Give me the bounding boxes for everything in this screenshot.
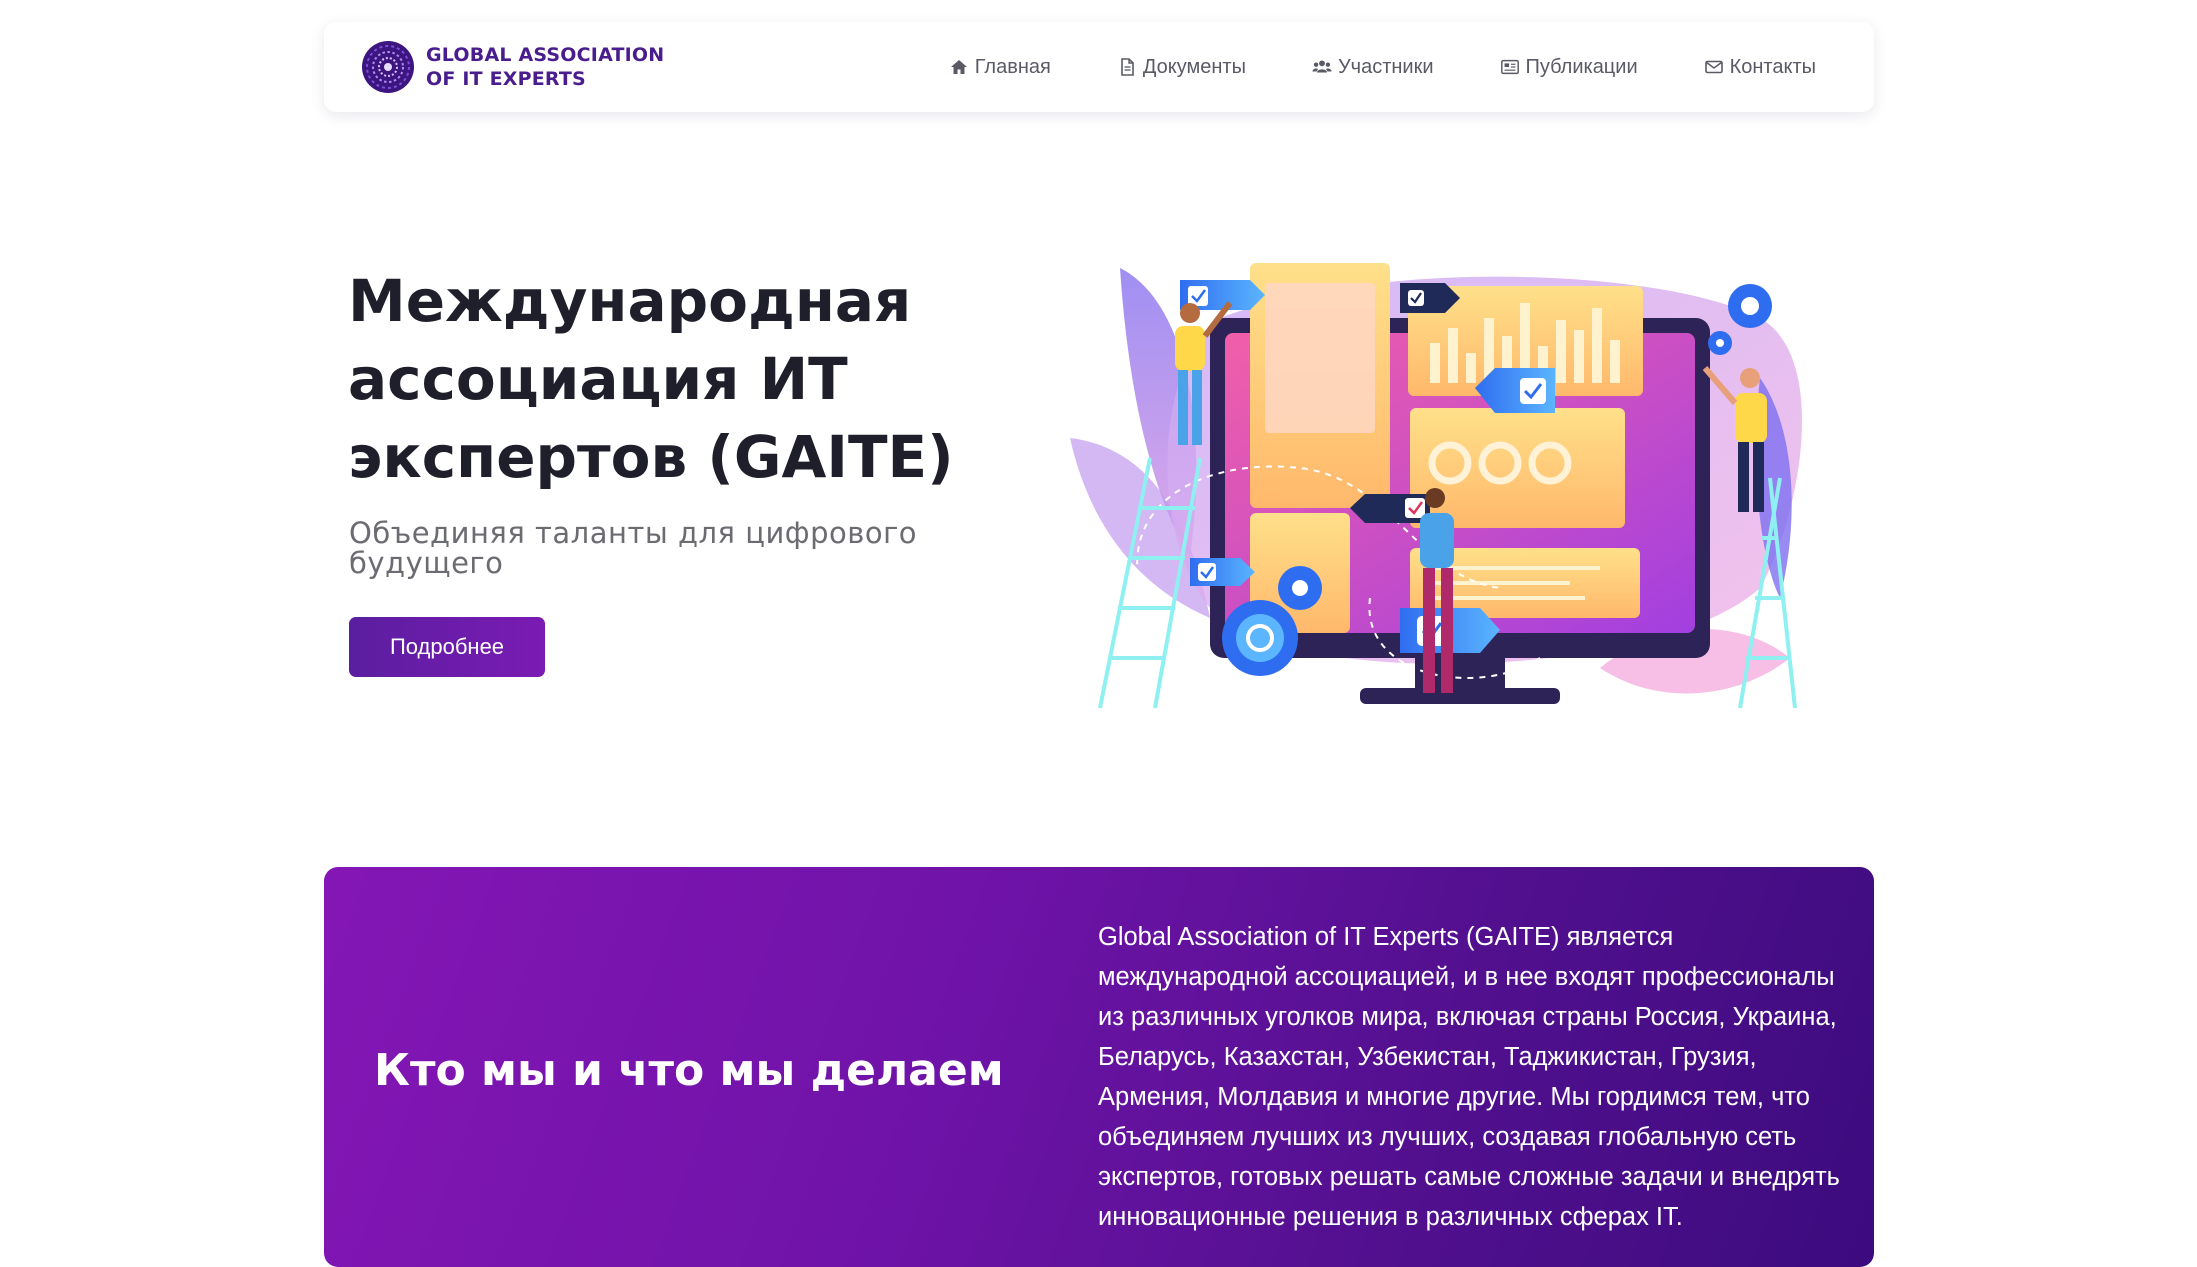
- about-heading: Кто мы и что мы делаем: [374, 1045, 1004, 1096]
- envelope-icon: [1704, 60, 1723, 74]
- nav-item-label: Главная: [974, 55, 1051, 78]
- nav-item-label: Контакты: [1729, 55, 1816, 78]
- document-icon: [1121, 58, 1134, 76]
- site-logo[interactable]: GLOBAL ASSOCIATION OF IT EXPERTS: [360, 39, 664, 95]
- logo-wordmark: GLOBAL ASSOCIATION OF IT EXPERTS: [426, 43, 664, 91]
- about-section: Кто мы и что мы делаем Global Associatio…: [324, 867, 1874, 1267]
- team-dashboard-illustration: [1070, 263, 1802, 709]
- nav-item-label: Документы: [1142, 55, 1246, 78]
- logo-line-2: OF IT EXPERTS: [426, 68, 586, 90]
- nav-item-contacts[interactable]: Контакты: [1704, 56, 1816, 79]
- main-nav: Главная Документы Участники Публикации К…: [949, 22, 1816, 112]
- more-button[interactable]: Подробнее: [349, 617, 545, 677]
- nav-item-home[interactable]: Главная: [949, 56, 1051, 79]
- hero-title: Международная ассоциация ИТ экспертов (G…: [348, 267, 954, 491]
- nav-item-publications[interactable]: Публикации: [1500, 56, 1638, 79]
- newspaper-icon: [1500, 59, 1519, 75]
- site-header: GLOBAL ASSOCIATION OF IT EXPERTS Главная…: [324, 22, 1874, 112]
- nav-item-label: Участники: [1337, 55, 1434, 78]
- nav-item-documents[interactable]: Документы: [1117, 56, 1246, 79]
- logo-globe-icon: [362, 41, 414, 93]
- nav-item-label: Публикации: [1525, 55, 1638, 78]
- hero-subtitle: Объединяя таланты для цифрового будущего: [349, 516, 918, 580]
- logo-line-1: GLOBAL ASSOCIATION: [426, 44, 665, 66]
- home-icon: [950, 60, 967, 74]
- about-text: Global Association of IT Experts (GAITE)…: [1098, 923, 1840, 1231]
- users-icon: [1312, 60, 1332, 73]
- nav-item-members[interactable]: Участники: [1312, 56, 1434, 79]
